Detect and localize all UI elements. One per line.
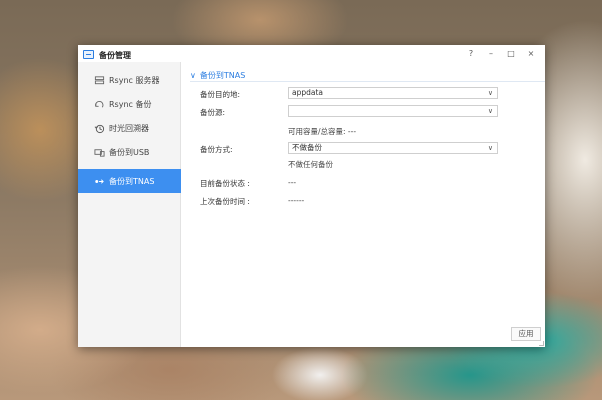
sidebar-item-label: Rsync 服务器: [109, 75, 160, 85]
divider: [190, 81, 545, 82]
method-select[interactable]: 不做备份 ∨: [288, 142, 498, 154]
sidebar-item-label: 备份到TNAS: [109, 176, 155, 186]
backup-app-icon: [83, 50, 94, 59]
status-label: 目前备份状态 :: [200, 179, 250, 188]
destination-select[interactable]: appdata ∨: [288, 87, 498, 99]
sidebar-item-label: 备份到USB: [109, 147, 150, 157]
method-description: 不做任何备份: [288, 160, 333, 169]
source-label: 备份源:: [200, 108, 226, 117]
method-label: 备份方式:: [200, 145, 233, 154]
chevron-down-icon: ∨: [190, 71, 196, 80]
sidebar: Rsync 服务器 Rsync 备份 时光回溯器 备份到USB 备份到TNAS: [78, 62, 181, 347]
usb-backup-icon: [94, 147, 105, 158]
rsync-server-icon: [94, 75, 105, 86]
sidebar-item-rsync-backup[interactable]: Rsync 备份: [78, 92, 181, 116]
chevron-down-icon: ∨: [487, 107, 493, 115]
section-title: 备份到TNAS: [199, 71, 246, 80]
close-button[interactable]: ×: [521, 47, 541, 60]
section-header[interactable]: ∨ 备份到TNAS: [190, 70, 245, 81]
minimize-button[interactable]: –: [481, 47, 501, 60]
destination-label: 备份目的地:: [200, 90, 241, 99]
help-button[interactable]: ?: [461, 47, 481, 60]
sidebar-item-time-machine[interactable]: 时光回溯器: [78, 116, 181, 140]
time-machine-icon: [94, 123, 105, 134]
chevron-down-icon: ∨: [487, 144, 493, 152]
sidebar-item-rsync-server[interactable]: Rsync 服务器: [78, 68, 181, 92]
main-content: ∨ 备份到TNAS 备份目的地: appdata ∨ 备份源: ∨ 可用容量/总…: [182, 62, 545, 347]
status-value: ---: [288, 178, 297, 187]
sidebar-item-usb-backup[interactable]: 备份到USB: [78, 140, 181, 164]
apply-button[interactable]: 应用: [511, 327, 541, 341]
resize-grip[interactable]: [539, 341, 544, 346]
maximize-button[interactable]: □: [501, 47, 521, 60]
sidebar-item-label: 时光回溯器: [109, 123, 149, 133]
window-controls: ? – □ ×: [461, 47, 541, 60]
last-time-label: 上次备份时间 :: [200, 197, 250, 206]
rsync-backup-icon: [94, 99, 105, 110]
destination-value: appdata: [292, 88, 324, 97]
tnas-backup-icon: [94, 176, 105, 187]
last-time-value: ------: [288, 196, 305, 205]
title-bar: 备份管理 ? – □ ×: [78, 45, 545, 62]
backup-manager-window: 备份管理 ? – □ × Rsync 服务器 Rsync 备份 时光回溯器 备份…: [78, 45, 545, 347]
window-title: 备份管理: [99, 51, 131, 60]
sidebar-item-label: Rsync 备份: [109, 99, 152, 109]
method-value: 不做备份: [292, 143, 322, 152]
sidebar-item-tnas-backup[interactable]: 备份到TNAS: [78, 169, 181, 193]
source-select[interactable]: ∨: [288, 105, 498, 117]
chevron-down-icon: ∨: [487, 89, 493, 97]
capacity-text: 可用容量/总容量: ---: [288, 127, 357, 136]
